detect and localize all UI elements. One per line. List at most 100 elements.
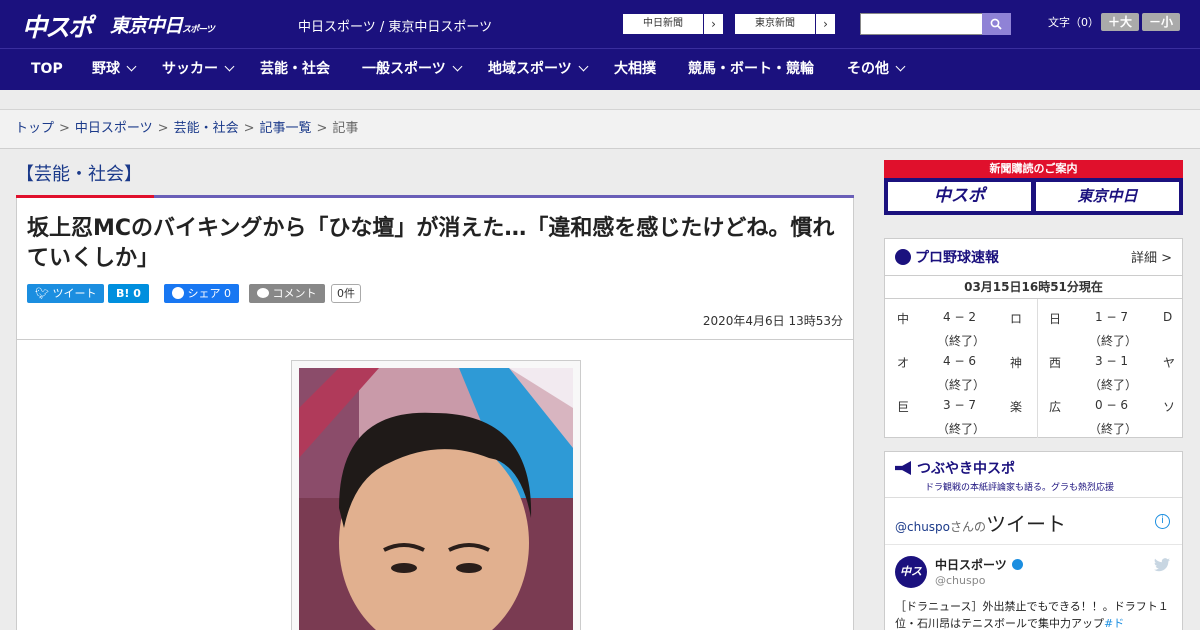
game-status: （終了） (937, 378, 986, 392)
font-increase-button[interactable]: ＋大 (1101, 13, 1139, 31)
timeline-heading-big: ツイート (986, 512, 1067, 536)
hatena-bookmark-button[interactable]: B! 0 (108, 284, 149, 303)
game-home-team: 中 (897, 312, 910, 326)
header-spacer (0, 90, 1200, 110)
game-home-team: 西 (1049, 356, 1062, 370)
twitter-bird-icon: 🐦︎ (35, 287, 49, 300)
baseball-column-divider (1037, 299, 1038, 438)
breadcrumb-separator: > (243, 121, 255, 136)
speech-bubble-icon (257, 288, 269, 298)
chuspo-logo[interactable]: 中スポ (22, 8, 93, 44)
article-photo[interactable] (299, 368, 573, 630)
tokyo-chunichi-logo-text: 東京中日 (110, 15, 183, 37)
nav-item-racing[interactable]: 競馬・ボート・競輪 (688, 49, 814, 91)
search-input[interactable] (860, 13, 983, 35)
tweet-button[interactable]: 🐦︎ ツイート (27, 284, 105, 303)
chevron-right-icon: › (815, 14, 835, 34)
nav-item-soccer[interactable]: サッカー (162, 49, 235, 91)
game-home-team: オ (897, 356, 910, 370)
chunichi-shimbun-link[interactable]: 中日新聞 › (622, 13, 724, 35)
breadcrumb-link-top[interactable]: トップ (15, 121, 54, 136)
tokyo-shimbun-link[interactable]: 東京新聞 › (734, 13, 836, 35)
subscription-banner[interactable]: 新聞購読のご案内 中スポ 東京中日 (884, 160, 1183, 215)
baseball-detail-link[interactable]: 詳細 > (1131, 247, 1172, 266)
game-away-team: ソ (1163, 400, 1176, 414)
game-home-team: 広 (1049, 400, 1062, 414)
article-photo-frame (291, 360, 581, 630)
nav-label: その他 (847, 61, 889, 77)
facebook-share-button[interactable]: シェア 0 (164, 284, 239, 303)
chevron-right-icon: › (703, 14, 723, 34)
nav-item-baseball[interactable]: 野球 (92, 49, 137, 91)
game-score: 3 − 7 (943, 398, 976, 412)
tweet-button-label: ツイート (52, 287, 97, 300)
megaphone-icon (895, 461, 911, 475)
nav-label: TOP (31, 61, 63, 77)
subscribe-chuspo[interactable]: 中スポ (888, 182, 1031, 211)
breadcrumb-link-chunichi-sports[interactable]: 中日スポーツ (75, 121, 153, 136)
nav-label: サッカー (162, 61, 218, 77)
timeline-handle-link[interactable]: @chuspo (895, 520, 950, 534)
font-decrease-button[interactable]: －小 (1142, 13, 1180, 31)
game-away-team: D (1163, 310, 1173, 324)
game-home-team: 巨 (897, 400, 910, 414)
game-home-team: 日 (1049, 312, 1062, 326)
search-icon (990, 18, 1002, 30)
info-icon[interactable]: i (1155, 514, 1170, 529)
subscribe-tokyo-chunichi[interactable]: 東京中日 (1036, 182, 1179, 211)
breadcrumb-link-entertainment[interactable]: 芸能・社会 (174, 121, 239, 136)
twitter-timeline: @chuspoさんのツイート i 中スポ 中日スポーツ @chuspo ［ドラニ… (885, 497, 1182, 630)
timeline-divider (885, 544, 1182, 545)
nav-label: 一般スポーツ (362, 61, 446, 77)
nav-label: 野球 (92, 61, 120, 77)
twitter-panel-title: つぶやき中スポ (895, 458, 1015, 478)
search-button[interactable] (982, 13, 1011, 35)
site-name: 中日スポーツ / 東京中日スポーツ (298, 20, 493, 35)
facebook-share-label: シェア 0 (187, 287, 232, 300)
font-size-label: 文字（0） (1048, 16, 1099, 29)
nav-item-regional-sports[interactable]: 地域スポーツ (488, 49, 589, 91)
breadcrumb-current: 記事 (332, 121, 359, 136)
publish-date: 2020年4月6日 13時53分 (702, 314, 843, 328)
game-away-team: ヤ (1163, 356, 1176, 370)
nav-item-general-sports[interactable]: 一般スポーツ (362, 49, 463, 91)
game-score: 4 − 2 (943, 310, 976, 324)
tweet-body: ［ドラニュース］外出禁止でもできる！！。ドラフト１位・石川昂はテニスボールで集中… (895, 600, 1169, 630)
breadcrumb: トップ > 中日スポーツ > 芸能・社会 > 記事一覧 > 記事 (0, 110, 1200, 149)
comment-button-label: コメント (272, 287, 317, 300)
game-status: （終了） (1089, 422, 1138, 436)
twitter-panel-title-text: つぶやき中スポ (917, 461, 1015, 477)
subscription-banner-title: 新聞購読のご案内 (884, 160, 1183, 178)
tweet-hashtag-link[interactable]: #ド (1104, 617, 1124, 630)
tweet-account-name[interactable]: 中日スポーツ (935, 556, 1023, 573)
category-title: 【芸能・社会】 (16, 164, 142, 185)
avatar[interactable]: 中スポ (895, 556, 927, 610)
tweet-account-handle[interactable]: @chuspo (935, 574, 985, 587)
twitter-bird-icon[interactable] (1154, 558, 1170, 572)
breadcrumb-link-article-list[interactable]: 記事一覧 (260, 121, 312, 136)
verified-badge-icon (1011, 559, 1023, 570)
twitter-panel-subtitle: ドラ観戦の本紙評論家も語る。グラも熱烈応援 (925, 483, 1115, 493)
game-status: （終了） (937, 422, 986, 436)
game-away-team: ロ (1010, 312, 1023, 326)
comment-button[interactable]: コメント (249, 284, 325, 303)
game-status: （終了） (937, 334, 986, 348)
breadcrumb-separator: > (157, 121, 169, 136)
nav-label: 地域スポーツ (488, 61, 572, 77)
game-score: 4 − 6 (943, 354, 976, 368)
chunichi-shimbun-label: 中日新聞 (643, 18, 683, 29)
site-header: 中スポ 東京中日スポーツ 中日スポーツ / 東京中日スポーツ 中日新聞 › 東京… (0, 0, 1200, 48)
tweet-account-name-text: 中日スポーツ (935, 558, 1007, 572)
game-score: 3 − 1 (1095, 354, 1128, 368)
game-away-team: 神 (1010, 356, 1023, 370)
tokyo-chunichi-logo[interactable]: 東京中日スポーツ (110, 11, 215, 38)
nav-item-top[interactable]: TOP (31, 49, 63, 91)
nav-item-sumo[interactable]: 大相撲 (614, 49, 656, 91)
breadcrumb-separator: > (59, 121, 70, 136)
article-header: 坂上忍MCのバイキングから「ひな壇」が消えた…「違和感を感じたけどね。慣れていく… (16, 198, 854, 340)
timeline-heading: @chuspoさんのツイート (895, 508, 1066, 537)
nav-item-other[interactable]: その他 (847, 49, 906, 91)
nav-item-entertainment[interactable]: 芸能・社会 (260, 49, 330, 91)
nav-label: 大相撲 (614, 61, 656, 77)
article-headline: 坂上忍MCのバイキングから「ひな壇」が消えた…「違和感を感じたけどね。慣れていく… (27, 216, 835, 271)
